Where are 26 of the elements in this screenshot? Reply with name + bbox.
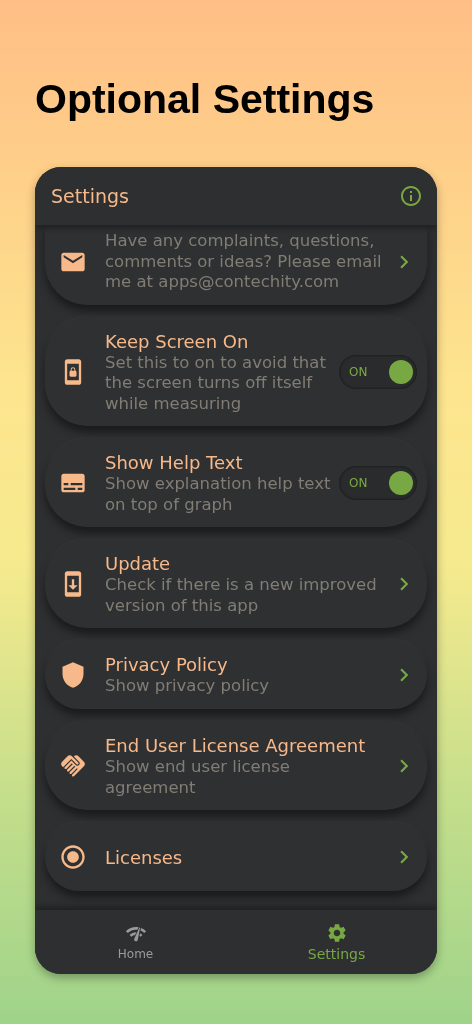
settings-card[interactable]: Show Help Text Show explanation help text on top of graph ON [45,439,427,527]
settings-card[interactable]: Keep Screen On Set this to on to avoid that the screen turns off itself while measuring ON [45,317,427,426]
header-title: Settings [51,185,129,207]
setting-description: Show end user license agreement [105,757,291,798]
settings-card[interactable]: End User License Agreement Show end user license agreement [45,722,427,810]
settings-card[interactable]: Update Check if there is a new improved version of this app [45,540,427,628]
setting-title: Keep Screen On [105,329,250,353]
tab[interactable]: Settings [236,910,437,974]
setting-title: Update [105,552,172,575]
toggle-switch[interactable]: ON [339,466,417,500]
toggle-switch[interactable]: ON [339,354,417,389]
setting-title: Show Help Text [105,451,244,474]
page-headline: Optional Settings [35,76,376,123]
setting-description: Show explanation help text on top of graph [105,474,332,515]
setting-title: Licenses [105,845,184,869]
setting-description: Set this to on to avoid that the screen turns off itself while measuring [105,352,327,414]
info-icon[interactable] [399,184,423,208]
setting-title: Privacy Policy [105,653,229,677]
setting-description: Check if there is a new improved version of this app [105,575,378,616]
settings-card[interactable]: Privacy Policy Show privacy policy [45,641,427,709]
setting-title: End User License Agreement [105,734,367,757]
settings-card[interactable]: Licenses [45,823,427,891]
setting-description: Show privacy policy [105,676,271,697]
tab[interactable]: Home [35,910,236,974]
setting-description: Have any complaints, questions, comments or ideas? Please email me at apps@contechity.com [105,231,383,293]
gear-icon [325,922,348,944]
